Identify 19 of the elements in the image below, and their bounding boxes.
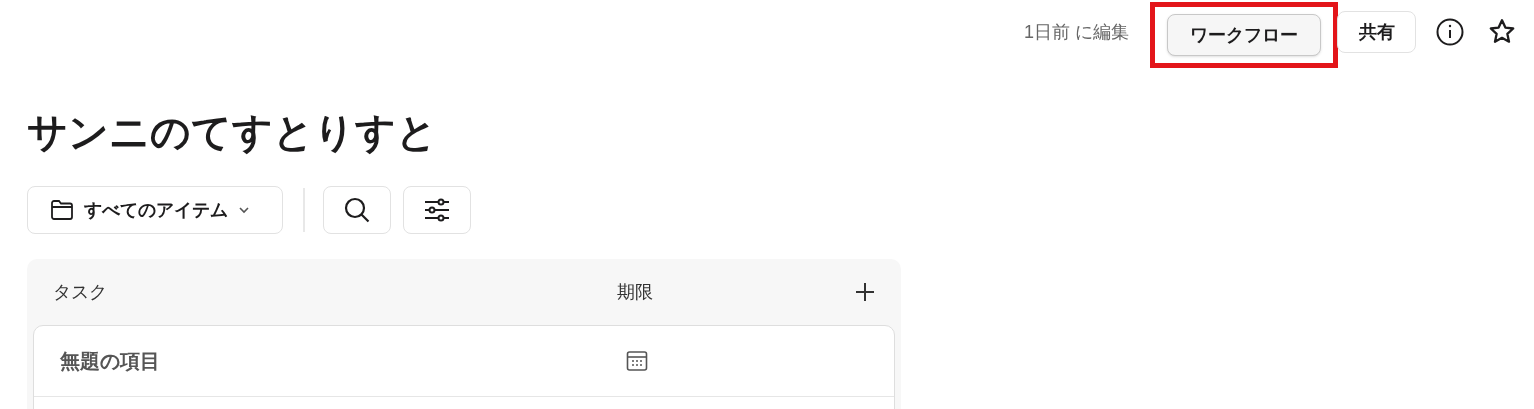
info-icon[interactable] <box>1436 18 1464 46</box>
column-header: 期限 <box>617 280 653 304</box>
page-title: サンニのてすとりすと <box>27 109 437 156</box>
search-icon <box>344 197 370 223</box>
workflow-button[interactable]: ワークフロー <box>1167 14 1321 56</box>
star-icon[interactable] <box>1488 18 1516 46</box>
column-header: タスク <box>53 280 107 304</box>
task-title[interactable]: 無題の項目 <box>60 346 160 376</box>
search-button[interactable] <box>323 186 391 234</box>
sliders-icon <box>424 198 450 222</box>
add-icon[interactable] <box>855 282 875 302</box>
folder-icon <box>50 199 74 221</box>
chevron-down-icon <box>238 206 250 214</box>
view-label: すべてのアイテム <box>84 198 228 222</box>
view-dropdown[interactable]: すべてのアイテム <box>27 186 283 234</box>
share-button[interactable]: 共有 <box>1337 11 1416 53</box>
calendar-icon[interactable] <box>626 350 648 372</box>
filter-button[interactable] <box>403 186 471 234</box>
edited-time: 1日前 に編集 <box>1024 20 1129 44</box>
